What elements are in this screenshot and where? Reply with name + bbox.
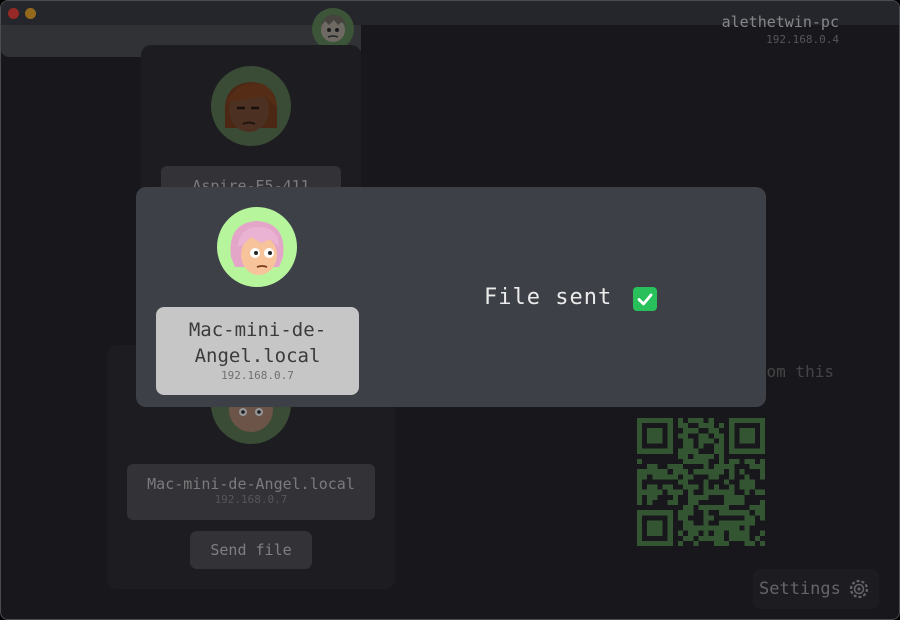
- app-window: alethetwin-pc 192.168.0.4 Aspire-E5-411 …: [0, 0, 900, 620]
- modal-device-name-box: Mac-mini-de- Angel.local 192.168.0.7: [156, 307, 359, 395]
- check-icon: [633, 287, 657, 311]
- modal-device-ip: 192.168.0.7: [221, 369, 294, 382]
- modal-device-name: Mac-mini-de- Angel.local: [188, 319, 327, 367]
- file-sent-status: File sent: [484, 285, 613, 310]
- file-sent-dialog: Mac-mini-de- Angel.local 192.168.0.7 Fil…: [136, 187, 766, 407]
- modal-device-avatar: [217, 207, 297, 287]
